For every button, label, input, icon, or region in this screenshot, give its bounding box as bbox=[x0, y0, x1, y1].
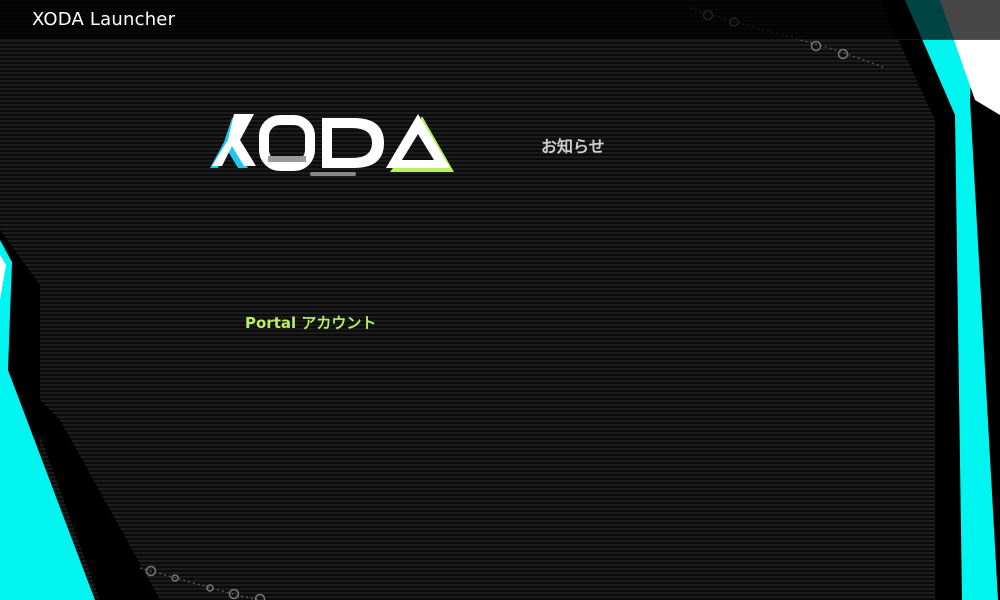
background-decoration bbox=[0, 0, 1000, 600]
news-heading: お知らせ bbox=[541, 137, 605, 156]
logo-a bbox=[386, 114, 450, 168]
window-title: XODA Launcher bbox=[32, 9, 176, 30]
xoda-logo bbox=[210, 114, 454, 176]
logo-o-shade bbox=[268, 156, 306, 162]
bottom-curve-node bbox=[206, 584, 214, 592]
launcher-window: XODA Launcher お知らせ Portal アカウント bbox=[0, 0, 1000, 600]
portal-account-link[interactable]: Portal アカウント bbox=[245, 312, 376, 333]
title-bar[interactable]: XODA Launcher bbox=[0, 0, 1000, 40]
top-curve-node bbox=[837, 48, 849, 60]
top-curve-node bbox=[810, 40, 822, 52]
logo-d bbox=[322, 118, 384, 168]
logo-underline bbox=[310, 172, 356, 176]
bottom-curve-node bbox=[228, 588, 240, 600]
bottom-dotted-curve bbox=[139, 567, 264, 600]
